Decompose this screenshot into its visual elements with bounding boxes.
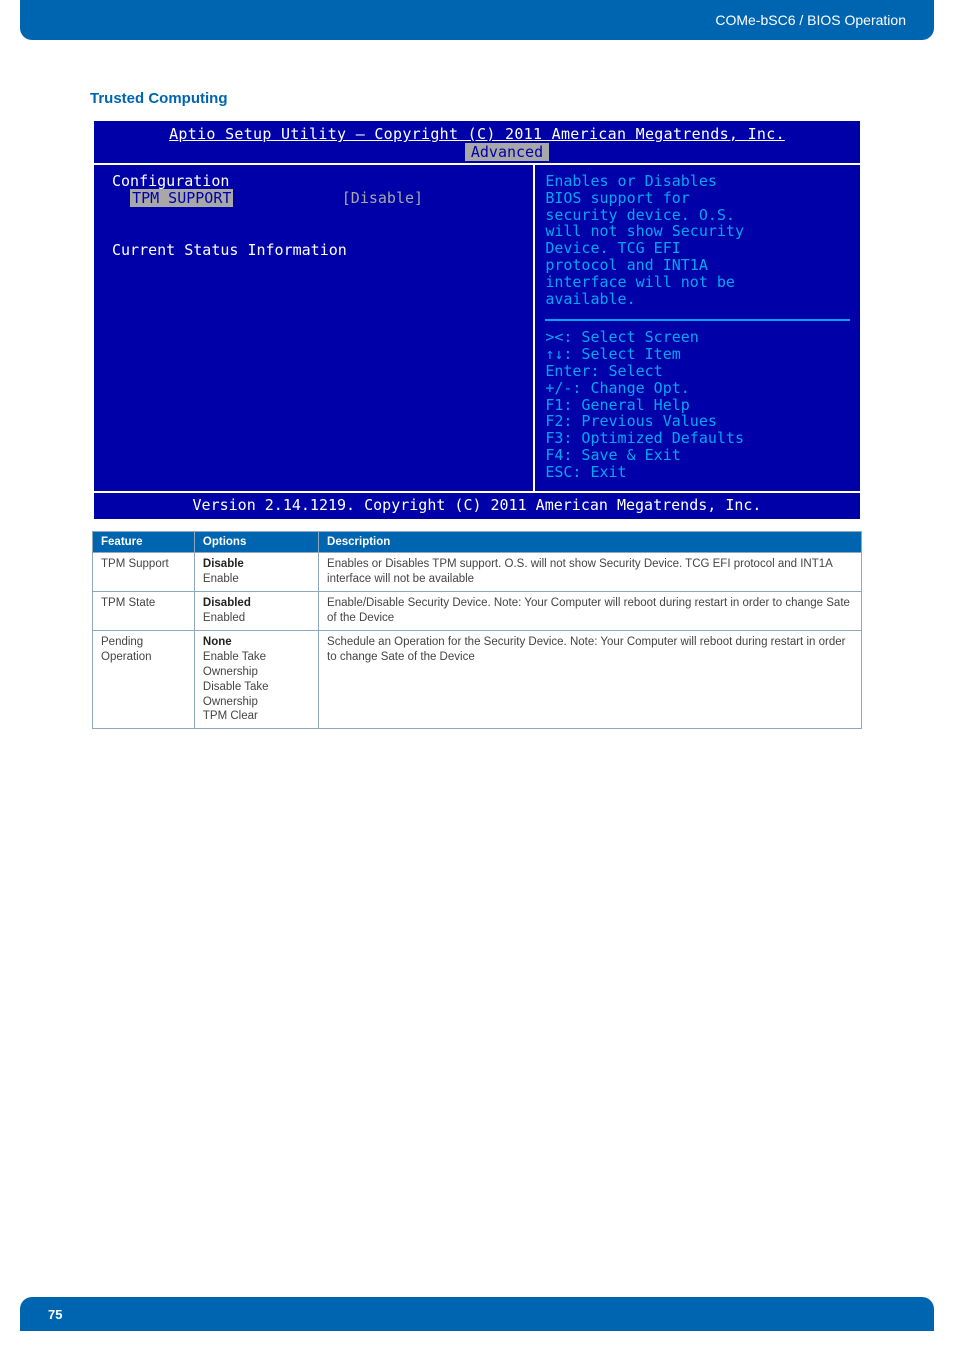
bios-key-bindings: ><: Select Screen ↑↓: Select Item Enter:… (545, 329, 850, 480)
option-default: Disabled (203, 596, 310, 611)
bios-body: Configuration TPM SUPPORT [Disable] Curr… (94, 163, 860, 493)
option: Enable Take Ownership (203, 650, 310, 680)
bios-help-divider (545, 319, 850, 321)
col-feature: Feature (93, 532, 195, 553)
col-options: Options (194, 532, 318, 553)
feature-table: Feature Options Description TPM Support … (92, 531, 862, 729)
bios-footer: Version 2.14.1219. Copyright (C) 2011 Am… (94, 493, 860, 519)
cell-options: None Enable Take Ownership Disable Take … (194, 630, 318, 729)
breadcrumb: COMe-bSC6 / BIOS Operation (715, 12, 906, 28)
bios-tab-advanced[interactable]: Advanced (465, 143, 549, 161)
page-footer: 75 (20, 1297, 934, 1331)
cell-feature: Pending Operation (93, 630, 195, 729)
section-title: Trusted Computing (90, 90, 864, 107)
cell-options: Disabled Enabled (194, 591, 318, 630)
table-row: TPM State Disabled Enabled Enable/Disabl… (93, 591, 862, 630)
bios-blank-row (112, 225, 523, 242)
bios-title: Aptio Setup Utility – Copyright (C) 2011… (169, 125, 785, 143)
bios-tabs-row: Advanced (94, 143, 860, 163)
content-area: Trusted Computing Aptio Setup Utility – … (0, 40, 954, 729)
option: TPM Clear (203, 709, 310, 724)
header-bar: COMe-bSC6 / BIOS Operation (20, 0, 934, 40)
table-row: TPM Support Disable Enable Enables or Di… (93, 553, 862, 592)
cell-options: Disable Enable (194, 553, 318, 592)
bios-help-pane: Enables or Disables BIOS support for sec… (535, 165, 860, 491)
table-body: TPM Support Disable Enable Enables or Di… (93, 553, 862, 729)
bios-row-tpm-support[interactable]: TPM SUPPORT [Disable] (112, 190, 523, 207)
option-default: Disable (203, 557, 310, 572)
option-default: None (203, 635, 310, 650)
bios-item-value: [Disable] (342, 189, 423, 207)
cell-feature: TPM State (93, 591, 195, 630)
cell-feature: TPM Support (93, 553, 195, 592)
cell-description: Schedule an Operation for the Security D… (319, 630, 862, 729)
bios-config-label: Configuration (112, 173, 523, 190)
bios-main-pane: Configuration TPM SUPPORT [Disable] Curr… (94, 165, 535, 491)
table-header: Feature Options Description (93, 532, 862, 553)
bios-status-label: Current Status Information (112, 242, 523, 259)
bios-item-label: TPM SUPPORT (130, 189, 233, 207)
option: Enabled (203, 611, 310, 626)
bios-help-text: Enables or Disables BIOS support for sec… (545, 173, 850, 307)
option: Enable (203, 572, 310, 587)
page-number: 75 (48, 1307, 62, 1322)
option: Disable Take Ownership (203, 680, 310, 710)
bios-blank-row (112, 208, 523, 225)
bios-header: Aptio Setup Utility – Copyright (C) 2011… (94, 121, 860, 163)
cell-description: Enables or Disables TPM support. O.S. wi… (319, 553, 862, 592)
bios-screenshot: Aptio Setup Utility – Copyright (C) 2011… (92, 119, 862, 521)
col-description: Description (319, 532, 862, 553)
table-row: Pending Operation None Enable Take Owner… (93, 630, 862, 729)
cell-description: Enable/Disable Security Device. Note: Yo… (319, 591, 862, 630)
